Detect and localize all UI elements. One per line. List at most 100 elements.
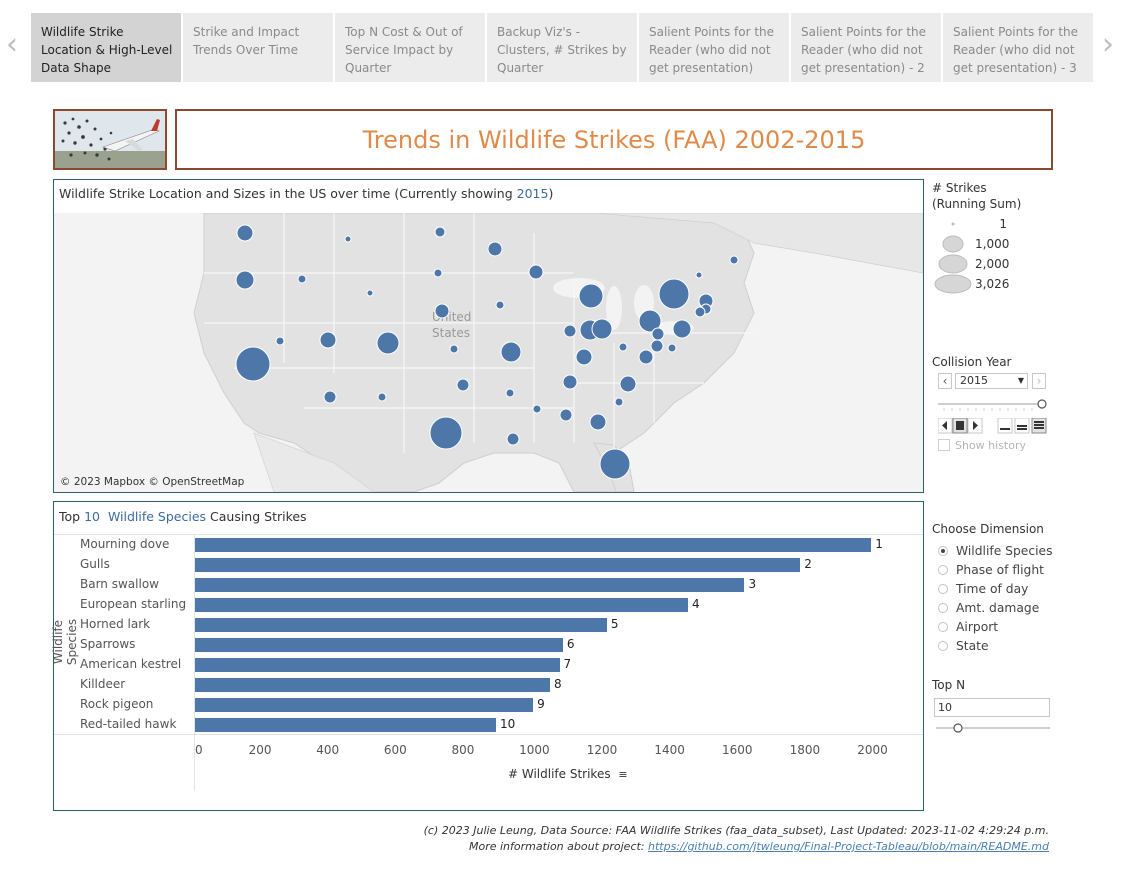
strike-location-bubble[interactable] bbox=[376, 331, 400, 355]
story-tab-5[interactable]: Salient Points for the Reader (who did n… bbox=[639, 13, 789, 82]
strike-location-bubble[interactable] bbox=[377, 392, 387, 402]
dimension-option-wildlife-species[interactable]: Wildlife Species bbox=[938, 542, 1053, 560]
strike-location-bubble[interactable] bbox=[638, 349, 654, 365]
strike-location-bubble[interactable] bbox=[575, 348, 593, 366]
strike-location-bubble[interactable] bbox=[323, 390, 337, 404]
next-story-point-arrow[interactable]: › bbox=[1102, 30, 1114, 60]
story-tab-2[interactable]: Strike and Impact Trends Over Time bbox=[183, 13, 333, 82]
project-readme-link[interactable]: https://github.com/jtwleung/Final-Projec… bbox=[648, 840, 1049, 853]
strike-location-bubble[interactable] bbox=[344, 235, 352, 243]
previous-story-point-arrow[interactable]: ‹ bbox=[6, 30, 18, 60]
strike-location-bubble[interactable] bbox=[650, 339, 664, 353]
strike-location-bubble[interactable] bbox=[651, 327, 665, 341]
strike-location-bubble[interactable] bbox=[658, 278, 690, 310]
slider-handle[interactable] bbox=[1037, 399, 1047, 409]
strike-location-bubble[interactable] bbox=[505, 388, 515, 398]
radio-icon[interactable] bbox=[938, 641, 948, 651]
story-tab-3[interactable]: Top N Cost & Out of Service Impact by Qu… bbox=[335, 13, 485, 82]
us-map[interactable]: United States bbox=[54, 213, 923, 492]
dimension-option-amt-damage[interactable]: Amt. damage bbox=[938, 599, 1039, 617]
strike-location-bubble[interactable] bbox=[456, 378, 470, 392]
dimension-option-state[interactable]: State bbox=[938, 637, 989, 655]
dimension-option-phase-of-flight[interactable]: Phase of flight bbox=[938, 561, 1044, 579]
strike-location-bubble[interactable] bbox=[695, 271, 703, 279]
strike-location-bubble[interactable] bbox=[694, 306, 706, 318]
collision-year-label: Collision Year bbox=[932, 355, 1012, 369]
bar[interactable] bbox=[195, 658, 560, 672]
x-axis-title[interactable]: # Wildlife Strikes ≡ bbox=[508, 767, 628, 781]
strike-location-bubble[interactable] bbox=[366, 289, 374, 297]
strike-location-bubble[interactable] bbox=[667, 343, 677, 353]
step-back-button[interactable] bbox=[938, 418, 953, 434]
top-n-slider-handle[interactable] bbox=[953, 723, 963, 733]
strike-location-bubble[interactable] bbox=[434, 303, 450, 319]
strike-location-bubble[interactable] bbox=[618, 342, 628, 352]
bar[interactable] bbox=[195, 638, 563, 652]
strike-location-bubble[interactable] bbox=[487, 241, 503, 257]
dimension-option-airport[interactable]: Airport bbox=[938, 618, 998, 636]
year-dropdown[interactable]: 2015 ▼ bbox=[955, 373, 1028, 389]
top-n-slider[interactable] bbox=[934, 722, 1052, 734]
strike-location-bubble[interactable] bbox=[319, 331, 337, 349]
strike-location-bubble[interactable] bbox=[235, 270, 255, 290]
speed-slow-button[interactable] bbox=[997, 418, 1013, 434]
story-tab-6[interactable]: Salient Points for the Reader (who did n… bbox=[791, 13, 941, 82]
radio-icon[interactable] bbox=[938, 584, 948, 594]
show-history-checkbox[interactable]: Show history bbox=[938, 439, 1026, 452]
speed-fast-button[interactable] bbox=[1031, 418, 1047, 434]
strike-location-bubble[interactable] bbox=[506, 432, 520, 446]
checkbox-box[interactable] bbox=[938, 439, 950, 451]
bar[interactable] bbox=[195, 718, 496, 732]
map-attribution[interactable]: © 2023 Mapbox © OpenStreetMap bbox=[60, 476, 244, 488]
sort-icon[interactable]: ≡ bbox=[618, 768, 627, 781]
radio-icon[interactable] bbox=[938, 603, 948, 613]
bar[interactable] bbox=[195, 598, 688, 612]
strike-location-bubble[interactable] bbox=[562, 374, 578, 390]
strike-location-bubble[interactable] bbox=[591, 318, 613, 340]
top-n-input[interactable] bbox=[934, 698, 1050, 717]
top-n-label: Top N bbox=[932, 678, 966, 692]
radio-icon[interactable] bbox=[938, 565, 948, 575]
year-slider[interactable] bbox=[936, 397, 1050, 413]
strike-location-bubble[interactable] bbox=[614, 397, 624, 407]
bar[interactable] bbox=[195, 558, 801, 572]
story-tab-1[interactable]: Wildlife Strike Location & High-Level Da… bbox=[31, 13, 181, 82]
strike-location-bubble[interactable] bbox=[563, 324, 577, 338]
strike-location-bubble[interactable] bbox=[672, 319, 692, 339]
bar[interactable] bbox=[195, 538, 872, 552]
strike-location-bubble[interactable] bbox=[433, 268, 443, 278]
strike-location-bubble[interactable] bbox=[599, 448, 631, 480]
bar[interactable] bbox=[195, 698, 534, 712]
speed-medium-button[interactable] bbox=[1014, 418, 1030, 434]
strike-location-bubble[interactable] bbox=[235, 346, 271, 382]
strike-location-bubble[interactable] bbox=[236, 224, 254, 242]
strike-location-bubble[interactable] bbox=[578, 283, 604, 309]
bar[interactable] bbox=[195, 618, 607, 632]
stop-button[interactable] bbox=[952, 418, 968, 434]
strike-location-bubble[interactable] bbox=[559, 408, 573, 422]
strike-location-bubble[interactable] bbox=[532, 404, 542, 414]
year-prev-button[interactable]: ‹ bbox=[938, 373, 952, 389]
story-tab-4[interactable]: Backup Viz's - Clusters, # Strikes by Qu… bbox=[487, 13, 637, 82]
strike-location-bubble[interactable] bbox=[429, 416, 463, 450]
dimension-option-time-of-day[interactable]: Time of day bbox=[938, 580, 1028, 598]
strike-location-bubble[interactable] bbox=[619, 375, 637, 393]
strike-location-bubble[interactable] bbox=[495, 300, 505, 310]
bar-title-dimension: Wildlife Species bbox=[107, 509, 207, 524]
story-tab-7[interactable]: Salient Points for the Reader (who did n… bbox=[943, 13, 1093, 82]
strike-location-bubble[interactable] bbox=[434, 226, 446, 238]
step-forward-button[interactable] bbox=[967, 418, 983, 434]
strike-location-bubble[interactable] bbox=[500, 341, 522, 363]
bar[interactable] bbox=[195, 578, 745, 592]
bar[interactable] bbox=[195, 678, 551, 692]
radio-selected-icon[interactable] bbox=[938, 546, 948, 556]
strike-location-bubble[interactable] bbox=[528, 264, 544, 280]
strike-location-bubble[interactable] bbox=[275, 336, 285, 346]
radio-icon[interactable] bbox=[938, 622, 948, 632]
strike-location-bubble[interactable] bbox=[297, 274, 307, 284]
strike-location-bubble[interactable] bbox=[449, 344, 459, 354]
bar-bottom-divider bbox=[54, 734, 923, 735]
strike-location-bubble[interactable] bbox=[729, 255, 739, 265]
strike-location-bubble[interactable] bbox=[589, 413, 607, 431]
year-next-button[interactable]: › bbox=[1032, 373, 1046, 389]
